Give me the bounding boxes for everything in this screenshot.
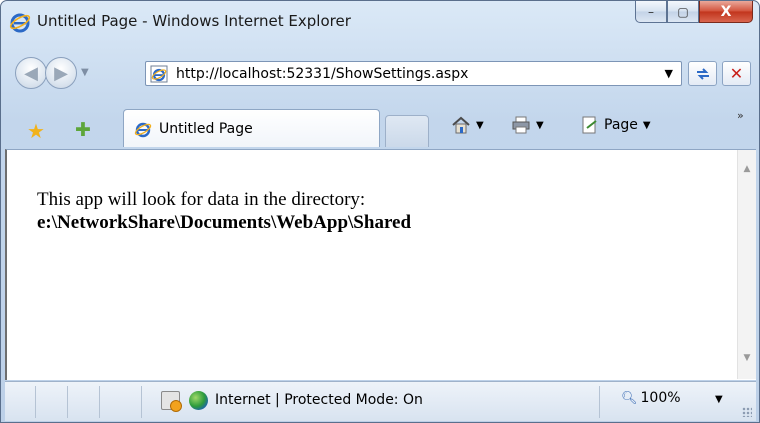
directory-path: e:\NetworkShare\Documents\WebApp\Shared — [37, 212, 412, 233]
browser-window: Untitled Page - Windows Internet Explore… — [0, 0, 760, 423]
add-favorite-icon[interactable]: ✚ — [75, 119, 91, 141]
zoom-dropdown-icon[interactable]: ▼ — [715, 394, 723, 405]
title-bar[interactable]: Untitled Page - Windows Internet Explore… — [1, 1, 759, 41]
print-dropdown-icon[interactable]: ▼ — [536, 120, 544, 131]
status-divider — [67, 386, 68, 418]
page-menu-label: Page — [604, 117, 638, 133]
status-bar: Internet | Protected Mode: On 🔍︎ 100% ▼ — [5, 381, 756, 421]
magnifier-icon: 🔍︎ — [621, 390, 638, 406]
zoom-level[interactable]: 🔍︎ 100% — [621, 390, 681, 406]
status-divider — [599, 386, 600, 418]
status-divider — [99, 386, 100, 418]
page-dropdown-icon[interactable]: ▼ — [643, 120, 651, 131]
minimize-button[interactable]: – — [635, 1, 667, 23]
address-row: ◀ ▶ ▼ http://localhost:52331/ShowSetting… — [1, 53, 759, 93]
security-zone-text[interactable]: Internet | Protected Mode: On — [215, 392, 423, 408]
close-button[interactable]: X — [699, 1, 753, 23]
print-button[interactable]: ▼ — [511, 116, 544, 134]
security-report-icon[interactable] — [161, 391, 182, 412]
ie-logo-icon — [9, 13, 31, 33]
page-content: This app will look for data in the direc… — [5, 149, 756, 380]
scroll-down-icon[interactable]: ▼ — [738, 353, 756, 370]
page-menu-button[interactable]: Page ▼ — [581, 116, 651, 134]
scroll-up-icon[interactable]: ▲ — [738, 164, 756, 181]
tab-untitled-page[interactable]: Untitled Page — [123, 109, 380, 147]
back-button[interactable]: ◀ — [15, 57, 47, 89]
address-bar[interactable]: http://localhost:52331/ShowSettings.aspx… — [145, 61, 682, 86]
url-field[interactable]: http://localhost:52331/ShowSettings.aspx — [176, 66, 468, 82]
new-tab-button[interactable] — [385, 115, 429, 147]
maximize-button[interactable]: ▢ — [667, 1, 699, 23]
tab-bar: ★ ✚ Untitled Page ▼ ▼ Page ▼ » — [1, 107, 759, 149]
stop-button[interactable]: ✕ — [722, 61, 751, 86]
printer-icon — [512, 116, 530, 134]
resize-grip-icon[interactable] — [742, 407, 752, 417]
description-text: This app will look for data in the direc… — [37, 189, 366, 210]
refresh-icon — [696, 67, 709, 80]
refresh-button[interactable] — [688, 61, 717, 86]
home-button[interactable]: ▼ — [451, 116, 484, 134]
recent-pages-dropdown-icon[interactable]: ▼ — [81, 67, 89, 78]
forward-button[interactable]: ▶ — [45, 57, 77, 89]
zoom-value: 100% — [640, 390, 681, 406]
window-controls: – ▢ X — [635, 1, 753, 25]
page-ie-icon — [150, 65, 168, 83]
internet-zone-icon[interactable] — [189, 391, 208, 410]
page-body: This app will look for data in the direc… — [37, 188, 411, 234]
home-dropdown-icon[interactable]: ▼ — [476, 120, 484, 131]
address-dropdown-icon[interactable]: ▼ — [665, 67, 673, 80]
ie-logo-icon — [134, 122, 152, 138]
status-divider — [141, 386, 142, 418]
favorites-center-icon[interactable]: ★ — [27, 119, 45, 143]
status-divider — [35, 386, 36, 418]
home-icon — [452, 116, 470, 134]
vertical-scrollbar[interactable]: ▲ ▼ — [737, 150, 756, 379]
page-icon — [582, 116, 597, 134]
window-title: Untitled Page - Windows Internet Explore… — [37, 12, 351, 30]
more-commands-icon[interactable]: » — [737, 109, 744, 122]
tab-label: Untitled Page — [159, 121, 253, 137]
